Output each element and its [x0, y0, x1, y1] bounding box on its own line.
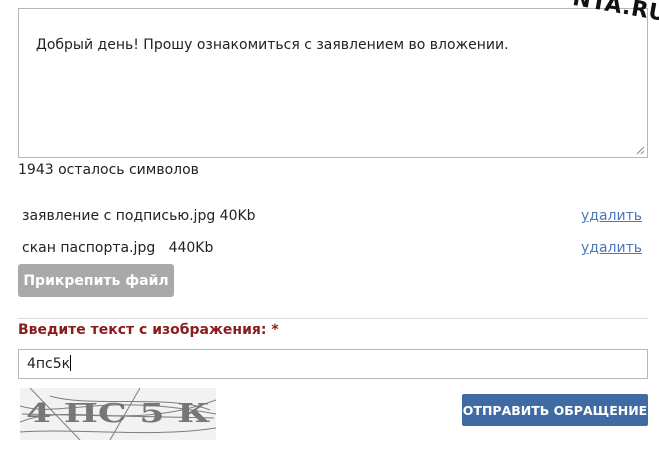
captcha-input[interactable]: 4пс5к	[18, 349, 648, 379]
delete-attachment-link[interactable]: удалить	[581, 208, 642, 224]
captcha-image-text: 4 ПС 5 К	[26, 399, 210, 429]
captcha-image: 4 ПС 5 К	[20, 388, 216, 440]
captcha-input-value: 4пс5к	[27, 356, 71, 372]
attachment-item: заявление с подписью.jpg 40Kb удалить	[22, 208, 642, 228]
submit-request-button[interactable]: ОТПРАВИТЬ ОБРАЩЕНИЕ	[462, 394, 648, 426]
required-mark: *	[271, 322, 279, 338]
text-caret	[70, 355, 72, 371]
message-textarea[interactable]: Добрый день! Прошу ознакомиться с заявле…	[18, 8, 648, 158]
attachment-name: заявление с подписью.jpg 40Kb	[22, 208, 256, 224]
captcha-label-text: Введите текст с изображения:	[18, 322, 267, 338]
character-counter: 1943 осталось символов	[18, 162, 199, 178]
captcha-label: Введите текст с изображения: *	[18, 322, 279, 338]
attachment-item: скан паспорта.jpg 440Kb удалить	[22, 240, 642, 260]
attachment-name: скан паспорта.jpg 440Kb	[22, 240, 214, 256]
section-divider	[18, 318, 648, 319]
attach-file-button[interactable]: Прикрепить файл	[18, 264, 174, 297]
message-text: Добрый день! Прошу ознакомиться с заявле…	[35, 37, 509, 53]
resize-grip-icon[interactable]	[636, 146, 645, 155]
delete-attachment-link[interactable]: удалить	[581, 240, 642, 256]
